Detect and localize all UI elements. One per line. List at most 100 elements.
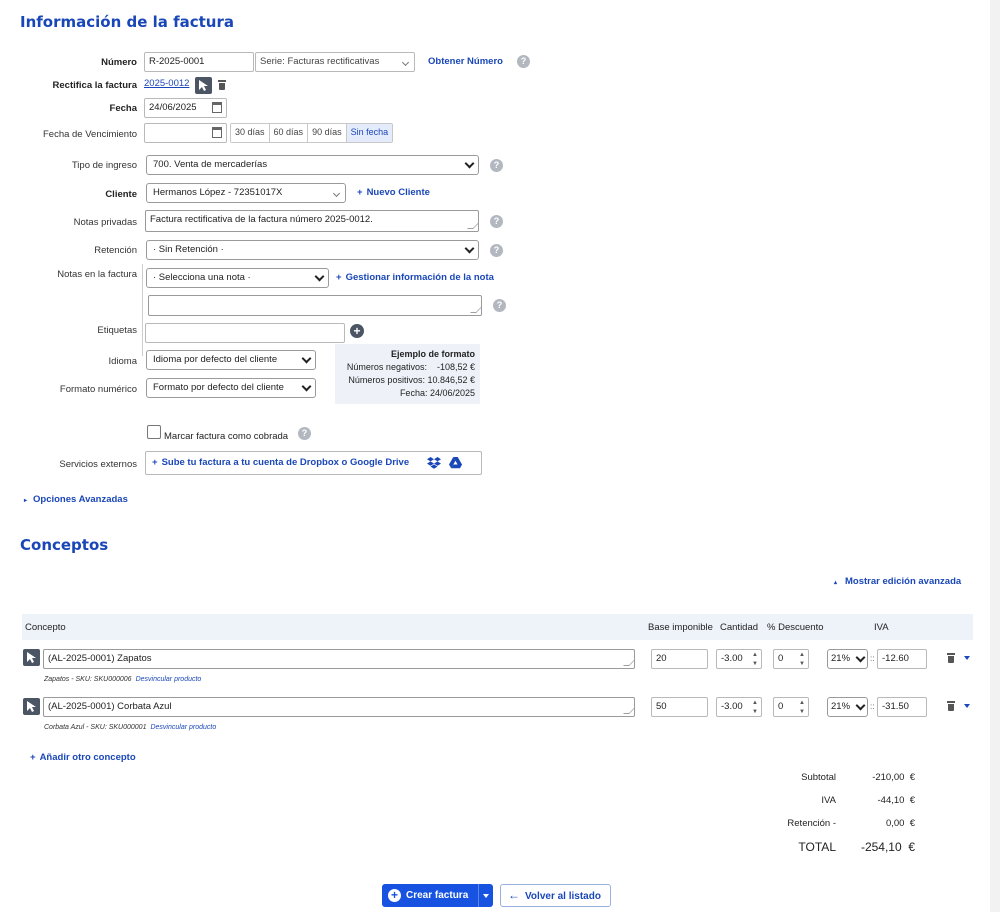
resize-handle-icon[interactable] xyxy=(623,660,634,666)
idioma-select[interactable]: Idioma por defecto del cliente xyxy=(146,350,316,370)
edicion-avanzada-toggle[interactable]: ▴ Mostrar edición avanzada xyxy=(834,576,961,587)
cantidad-input[interactable]: -3.00 ▲ ▼ xyxy=(716,649,762,669)
crear-factura-label: Crear factura xyxy=(406,890,469,901)
caret-right-icon: ▸ xyxy=(24,498,28,504)
row-menu-caret-icon[interactable] xyxy=(964,656,970,660)
base-input[interactable]: 50 xyxy=(651,697,708,717)
descuento-input[interactable]: 0 ▲ ▼ xyxy=(773,697,809,717)
volver-listado-button[interactable]: ← Volver al listado xyxy=(500,884,611,907)
servicios-label: Servicios externos xyxy=(59,459,137,470)
etiquetas-input[interactable] xyxy=(145,323,345,343)
plus-icon: + xyxy=(336,272,342,283)
spinner-down-icon[interactable]: ▼ xyxy=(752,661,758,667)
retencion-select[interactable]: · Sin Retención · xyxy=(146,240,479,260)
nota-select[interactable]: · Selecciona una nota · xyxy=(146,268,329,288)
notas-privadas-textarea[interactable]: Factura rectificativa de la factura núme… xyxy=(145,210,479,232)
select-product-icon[interactable] xyxy=(23,698,40,715)
desvincular-link[interactable]: Desvincular producto xyxy=(150,724,216,731)
retencion-value: · Sin Retención · xyxy=(153,244,224,255)
cobrada-label: Marcar factura como cobrada xyxy=(164,431,289,442)
help-icon[interactable]: ? xyxy=(490,215,503,228)
vencimiento-input[interactable] xyxy=(144,123,227,143)
sku-text: Corbata Azul - SKU: SKU000001 xyxy=(44,724,147,731)
vencimiento-options: 30 días 60 días 90 días Sin fecha xyxy=(230,123,394,143)
resize-handle-icon[interactable] xyxy=(467,223,478,229)
crear-factura-button[interactable]: + Crear factura xyxy=(382,884,493,907)
spinner-up-icon[interactable]: ▲ xyxy=(752,700,758,706)
col-base: Base imponible xyxy=(648,622,713,633)
serie-select[interactable]: Serie: Facturas rectificativas xyxy=(255,52,415,72)
spinner-up-icon[interactable]: ▲ xyxy=(799,652,805,658)
product-sku: Corbata Azul - SKU: SKU000001 Desvincular… xyxy=(44,724,216,731)
notas-privadas-value: Factura rectificativa de la factura núme… xyxy=(150,214,373,225)
dropbox-icon xyxy=(427,457,441,469)
concepto-input[interactable]: (AL-2025-0001) Corbata Azul xyxy=(43,697,635,717)
row-menu-caret-icon[interactable] xyxy=(964,704,970,708)
base-input[interactable]: 20 xyxy=(651,649,708,669)
help-icon[interactable]: ? xyxy=(517,55,530,68)
cantidad-value: -3.00 xyxy=(721,653,743,664)
trash-icon[interactable] xyxy=(947,701,955,711)
option-sin-fecha[interactable]: Sin fecha xyxy=(346,124,393,142)
opciones-avanzadas-toggle[interactable]: ▸ Opciones Avanzadas xyxy=(24,494,128,505)
help-icon[interactable]: ? xyxy=(298,427,311,440)
cobrada-checkbox[interactable] xyxy=(147,425,161,439)
trash-icon[interactable] xyxy=(218,80,226,90)
arrow-left-icon: ← xyxy=(508,888,520,902)
spinner-down-icon[interactable]: ▼ xyxy=(799,709,805,715)
iva-select[interactable]: 21% xyxy=(827,649,868,669)
cloud-upload-label: Sube tu factura a tu cuenta de Dropbox o… xyxy=(161,457,410,468)
spinner-down-icon[interactable]: ▼ xyxy=(752,709,758,715)
calendar-icon[interactable] xyxy=(212,102,222,113)
cloud-upload-button[interactable]: + Sube tu factura a tu cuenta de Dropbox … xyxy=(145,451,482,475)
tipo-ingreso-value: 700. Venta de mercaderías xyxy=(153,159,268,170)
cliente-select[interactable]: Hermanos López - 72351017X xyxy=(146,183,346,203)
resize-handle-icon[interactable] xyxy=(470,307,481,313)
select-product-icon[interactable] xyxy=(23,649,40,666)
option-90-dias[interactable]: 90 días xyxy=(308,124,347,142)
caret-down-icon[interactable] xyxy=(483,894,489,898)
iva-amount-input[interactable]: -31.50 xyxy=(877,697,927,717)
total-label: TOTAL xyxy=(798,840,836,854)
calendar-icon[interactable] xyxy=(212,127,222,138)
option-60-dias[interactable]: 60 días xyxy=(269,124,309,142)
iva-amount-input[interactable]: -12.60 xyxy=(877,649,927,669)
sku-text: Zapatos - SKU: SKU000006 xyxy=(44,676,132,683)
help-icon[interactable]: ? xyxy=(490,244,503,257)
resize-handle-icon[interactable] xyxy=(623,708,634,714)
gestionar-nota-label: Gestionar información de la nota xyxy=(345,272,494,283)
help-icon[interactable]: ? xyxy=(490,159,503,172)
desvincular-link[interactable]: Desvincular producto xyxy=(136,676,202,683)
retencion-total-label: Retención - xyxy=(787,818,836,829)
chevron-down-icon xyxy=(301,353,312,364)
add-concept-link[interactable]: + Añadir otro concepto xyxy=(30,752,136,763)
trash-icon[interactable] xyxy=(947,653,955,663)
nuevo-cliente-link[interactable]: + Nuevo Cliente xyxy=(357,187,430,198)
subtotal-value: -210,00 € xyxy=(872,772,915,783)
numero-input[interactable]: R-2025-0001 xyxy=(144,52,254,72)
obtener-numero-link[interactable]: Obtener Número xyxy=(428,56,503,67)
spinner-up-icon[interactable]: ▲ xyxy=(752,652,758,658)
fecha-input[interactable]: 24/06/2025 xyxy=(144,98,227,118)
concepto-input[interactable]: (AL-2025-0001) Zapatos xyxy=(43,649,635,669)
vertical-scrollbar[interactable] xyxy=(990,0,1000,912)
ejemplo-fecha: Fecha: 24/06/2025 xyxy=(399,388,475,398)
option-30-dias[interactable]: 30 días xyxy=(231,124,270,142)
descuento-input[interactable]: 0 ▲ ▼ xyxy=(773,649,809,669)
spinner-down-icon[interactable]: ▼ xyxy=(799,661,805,667)
rectifica-link[interactable]: 2025-0012 xyxy=(144,78,189,89)
nota-textarea[interactable] xyxy=(148,295,482,316)
gestionar-nota-link[interactable]: + Gestionar información de la nota xyxy=(336,272,494,283)
select-cursor-icon[interactable] xyxy=(195,77,212,94)
vencimiento-label: Fecha de Vencimiento xyxy=(42,129,137,140)
split-divider xyxy=(478,884,479,907)
add-tag-icon[interactable]: + xyxy=(350,324,364,338)
cantidad-input[interactable]: -3.00 ▲ ▼ xyxy=(716,697,762,717)
iva-select[interactable]: 21% xyxy=(827,697,868,717)
formato-select[interactable]: Formato por defecto del cliente xyxy=(146,378,316,398)
help-icon[interactable]: ? xyxy=(493,299,506,312)
tipo-ingreso-select[interactable]: 700. Venta de mercaderías xyxy=(146,155,479,175)
chevron-down-icon xyxy=(464,158,475,169)
retencion-label: Retención xyxy=(94,245,137,256)
spinner-up-icon[interactable]: ▲ xyxy=(799,700,805,706)
